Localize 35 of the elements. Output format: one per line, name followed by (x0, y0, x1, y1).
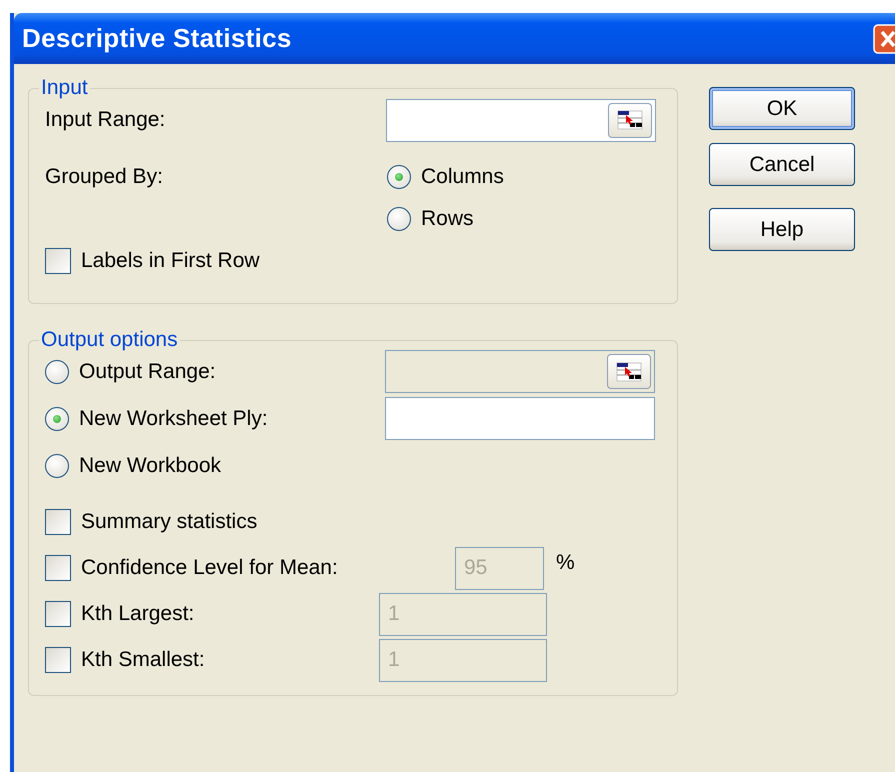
input-field[interactable] (385, 397, 655, 440)
checkbox[interactable] (45, 555, 71, 581)
option-label: Columns (421, 165, 504, 189)
checkbox[interactable] (45, 248, 71, 274)
option-label: Output Range: (79, 360, 216, 384)
group-label: Input (40, 76, 89, 100)
range-select-button[interactable] (608, 102, 652, 138)
checkbox[interactable] (45, 509, 71, 535)
option-label: Summary statistics (81, 510, 258, 534)
option-label: Confidence Level for Mean: (81, 556, 338, 580)
radio-button[interactable] (45, 360, 69, 384)
radio-button[interactable] (387, 165, 411, 189)
close-icon[interactable] (873, 24, 895, 54)
input-field[interactable] (386, 98, 656, 142)
option-label: Kth Largest: (81, 602, 194, 626)
radio-button[interactable] (45, 454, 69, 478)
option-label: Kth Smallest: (81, 648, 205, 672)
unit-label: % (556, 550, 575, 574)
option-label: Labels in First Row (81, 249, 260, 273)
range-select-icon (615, 360, 643, 382)
field-label: Input Range: (45, 108, 166, 132)
group-label: Output options (40, 328, 179, 352)
option-label: New Workbook (79, 454, 221, 478)
range-select-icon (616, 109, 644, 131)
window-title: Descriptive Statistics (22, 23, 292, 54)
radio-button[interactable] (45, 406, 69, 430)
option-label: New Worksheet Ply: (79, 406, 268, 430)
dialog-button[interactable]: Cancel (709, 143, 855, 186)
field-label: Grouped By: (45, 165, 164, 189)
dialog-button[interactable]: OK (709, 87, 855, 130)
radio-button[interactable] (387, 207, 411, 231)
option-label: Rows (421, 207, 474, 231)
checkbox[interactable] (45, 601, 71, 627)
dialog-button[interactable]: Help (709, 208, 855, 251)
checkbox[interactable] (45, 647, 71, 673)
